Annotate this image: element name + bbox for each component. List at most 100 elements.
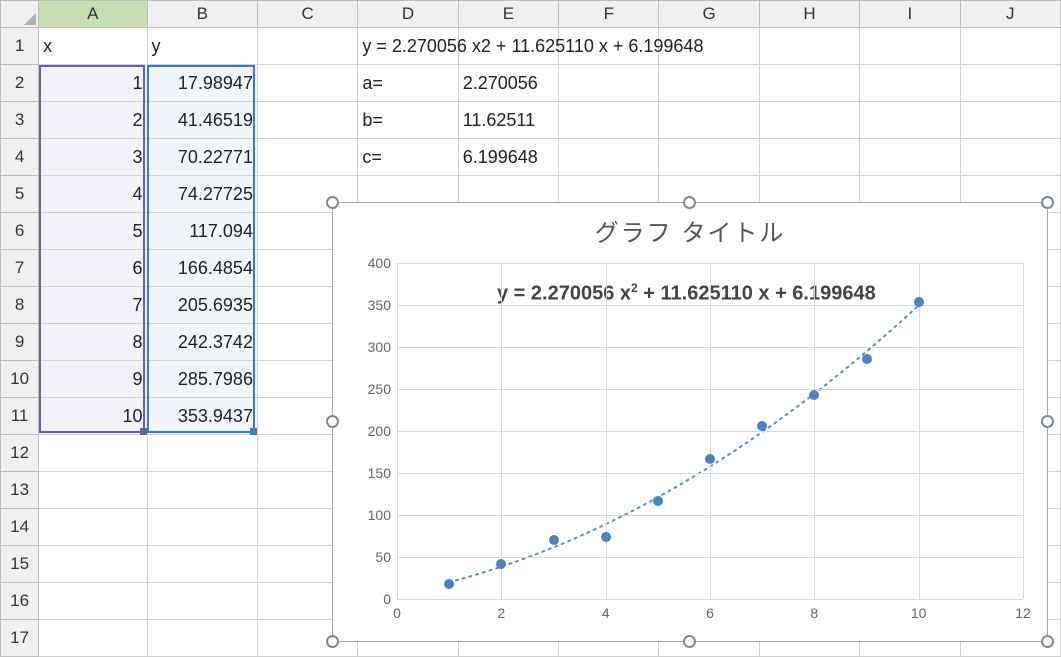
cell-I2[interactable] (860, 65, 960, 102)
cell-J3[interactable] (960, 102, 1060, 139)
resize-handle-icon[interactable] (326, 635, 339, 648)
cell-B14[interactable] (147, 509, 257, 546)
column-header-B[interactable]: B (147, 1, 257, 28)
cell-B9[interactable]: 242.3742 (147, 324, 257, 361)
cell-A4[interactable]: 3 (39, 139, 147, 176)
row-header-2[interactable]: 2 (1, 65, 39, 102)
row-header-14[interactable]: 14 (1, 509, 39, 546)
data-point[interactable] (757, 421, 767, 431)
row-header-3[interactable]: 3 (1, 102, 39, 139)
cell-H1[interactable] (759, 28, 859, 65)
cell-E3[interactable]: 11.62511 (458, 102, 558, 139)
select-all-corner[interactable] (1, 1, 39, 28)
cell-E4[interactable]: 6.199648 (458, 139, 558, 176)
cell-B15[interactable] (147, 546, 257, 583)
row-header-5[interactable]: 5 (1, 176, 39, 213)
column-header-A[interactable]: A (39, 1, 147, 28)
cell-B17[interactable] (147, 620, 257, 657)
column-header-H[interactable]: H (759, 1, 859, 28)
cell-C2[interactable] (257, 65, 357, 102)
row-header-9[interactable]: 9 (1, 324, 39, 361)
row-header-12[interactable]: 12 (1, 435, 39, 472)
cell-G3[interactable] (659, 102, 759, 139)
chart-object[interactable]: グラフ タイトル y = 2.270056 x2 + 11.625110 x +… (332, 202, 1048, 642)
cell-D1[interactable]: y = 2.270056 x2 + 11.625110 x + 6.199648 (358, 28, 458, 65)
cell-F3[interactable] (559, 102, 659, 139)
cell-B10[interactable]: 285.7986 (147, 361, 257, 398)
cell-C4[interactable] (257, 139, 357, 176)
cell-B5[interactable]: 74.27725 (147, 176, 257, 213)
cell-H4[interactable] (759, 139, 859, 176)
cell-A10[interactable]: 9 (39, 361, 147, 398)
cell-G4[interactable] (659, 139, 759, 176)
data-point[interactable] (914, 297, 924, 307)
data-point[interactable] (862, 354, 872, 364)
cell-A2[interactable]: 1 (39, 65, 147, 102)
column-header-E[interactable]: E (458, 1, 558, 28)
cell-D3[interactable]: b= (358, 102, 458, 139)
cell-A6[interactable]: 5 (39, 213, 147, 250)
cell-A9[interactable]: 8 (39, 324, 147, 361)
cell-B7[interactable]: 166.4854 (147, 250, 257, 287)
row-header-17[interactable]: 17 (1, 620, 39, 657)
cell-C3[interactable] (257, 102, 357, 139)
chart-plot-area[interactable]: y = 2.270056 x2 + 11.625110 x + 6.199648… (397, 263, 1023, 599)
cell-A16[interactable] (39, 583, 147, 620)
cell-J1[interactable] (960, 28, 1060, 65)
cell-B6[interactable]: 117.094 (147, 213, 257, 250)
cell-A15[interactable] (39, 546, 147, 583)
row-header-15[interactable]: 15 (1, 546, 39, 583)
row-header-8[interactable]: 8 (1, 287, 39, 324)
cell-C1[interactable] (257, 28, 357, 65)
resize-handle-icon[interactable] (326, 415, 339, 428)
cell-A1[interactable]: x (39, 28, 147, 65)
resize-handle-icon[interactable] (1041, 196, 1054, 209)
cell-B13[interactable] (147, 472, 257, 509)
data-point[interactable] (444, 579, 454, 589)
cell-H2[interactable] (759, 65, 859, 102)
cell-J2[interactable] (960, 65, 1060, 102)
cell-B16[interactable] (147, 583, 257, 620)
cell-A17[interactable] (39, 620, 147, 657)
resize-handle-icon[interactable] (683, 635, 696, 648)
resize-handle-icon[interactable] (326, 196, 339, 209)
cell-I3[interactable] (860, 102, 960, 139)
cell-A3[interactable]: 2 (39, 102, 147, 139)
data-point[interactable] (549, 535, 559, 545)
resize-handle-icon[interactable] (1041, 415, 1054, 428)
cell-B2[interactable]: 17.98947 (147, 65, 257, 102)
cell-A11[interactable]: 10 (39, 398, 147, 435)
data-point[interactable] (496, 559, 506, 569)
row-header-13[interactable]: 13 (1, 472, 39, 509)
column-header-F[interactable]: F (559, 1, 659, 28)
column-header-I[interactable]: I (860, 1, 960, 28)
cell-F4[interactable] (559, 139, 659, 176)
row-header-10[interactable]: 10 (1, 361, 39, 398)
row-header-7[interactable]: 7 (1, 250, 39, 287)
row-header-6[interactable]: 6 (1, 213, 39, 250)
cell-A13[interactable] (39, 472, 147, 509)
row-header-16[interactable]: 16 (1, 583, 39, 620)
cell-I4[interactable] (860, 139, 960, 176)
cell-A14[interactable] (39, 509, 147, 546)
data-point[interactable] (809, 390, 819, 400)
column-header-C[interactable]: C (257, 1, 357, 28)
cell-D4[interactable]: c= (358, 139, 458, 176)
cell-B4[interactable]: 70.22771 (147, 139, 257, 176)
cell-A5[interactable]: 4 (39, 176, 147, 213)
cell-E2[interactable]: 2.270056 (458, 65, 558, 102)
row-header-1[interactable]: 1 (1, 28, 39, 65)
cell-I1[interactable] (860, 28, 960, 65)
data-point[interactable] (601, 532, 611, 542)
cell-H3[interactable] (759, 102, 859, 139)
data-point[interactable] (705, 454, 715, 464)
data-point[interactable] (653, 496, 663, 506)
cell-A12[interactable] (39, 435, 147, 472)
row-header-4[interactable]: 4 (1, 139, 39, 176)
cell-F2[interactable] (559, 65, 659, 102)
cell-A7[interactable]: 6 (39, 250, 147, 287)
cell-B12[interactable] (147, 435, 257, 472)
column-header-D[interactable]: D (358, 1, 458, 28)
column-header-J[interactable]: J (960, 1, 1060, 28)
cell-G2[interactable] (659, 65, 759, 102)
